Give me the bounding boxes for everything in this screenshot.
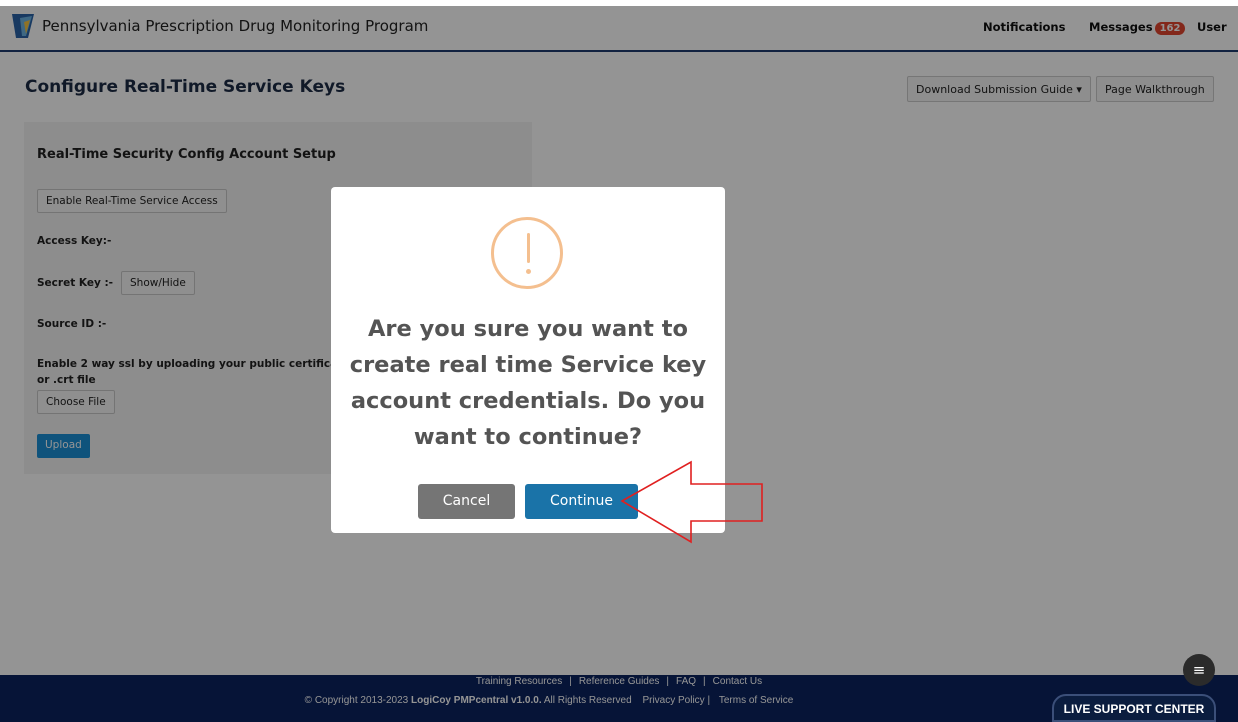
warning-icon-dot [526,269,531,274]
red-arrow-annotation-icon [620,460,763,544]
browser-top-strip [0,0,1238,6]
dialog-message: Are you sure you want to create real tim… [349,316,707,450]
warning-icon [491,217,563,289]
warning-icon-bar [527,233,530,263]
live-support-center-button[interactable]: LIVE SUPPORT CENTER [1052,694,1216,722]
cancel-button[interactable]: Cancel [418,484,515,519]
chat-menu-icon[interactable]: ≡ [1183,654,1215,686]
